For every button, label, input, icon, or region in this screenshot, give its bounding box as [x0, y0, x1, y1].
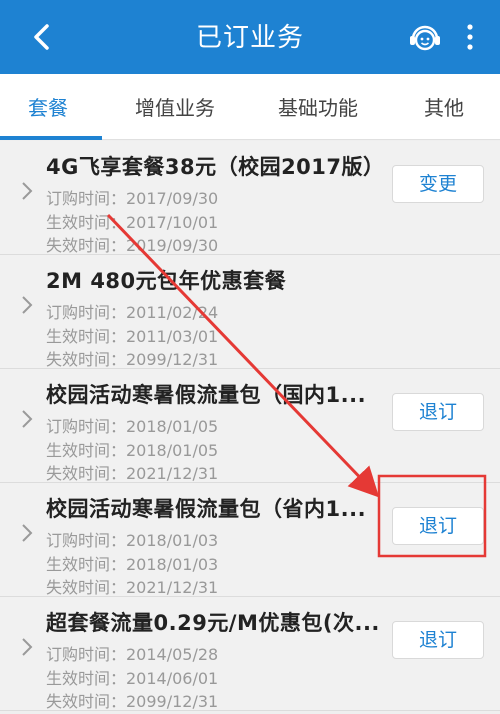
tab-other[interactable]: 其他: [424, 92, 464, 121]
list-item[interactable]: 校园活动寒暑假流量包（国内1... 订购时间：2018/01/05 生效时间：2…: [0, 369, 500, 483]
tab-package[interactable]: 套餐: [28, 92, 68, 121]
order-time: 订购时间：2018/01/05: [46, 417, 219, 436]
chevron-right-icon: [22, 296, 33, 314]
order-time: 订购时间：2018/01/03: [46, 531, 219, 550]
unsubscribe-button[interactable]: 退订: [392, 393, 484, 431]
chevron-right-icon: [22, 410, 33, 428]
change-button[interactable]: 变更: [392, 165, 484, 203]
app-header: 已订业务: [0, 0, 500, 74]
list-item[interactable]: 超套餐流量0.29元/M优惠包(次... 订购时间：2014/05/28 生效时…: [0, 597, 500, 711]
expire-time: 失效时间：2099/12/31: [46, 692, 219, 711]
effective-time: 生效时间：2018/01/05: [46, 441, 219, 460]
effective-time: 生效时间：2017/10/01: [46, 213, 219, 232]
expire-time: 失效时间：2099/12/31: [46, 350, 219, 369]
subscription-list: 4G飞享套餐38元（校园2017版） 订购时间：2017/09/30 生效时间：…: [0, 141, 500, 711]
effective-time: 生效时间：2018/01/03: [46, 555, 219, 574]
list-item[interactable]: 校园活动寒暑假流量包（省内1... 订购时间：2018/01/03 生效时间：2…: [0, 483, 500, 597]
chevron-right-icon: [22, 638, 33, 656]
item-title: 超套餐流量0.29元/M优惠包(次...: [46, 611, 380, 635]
order-time: 订购时间：2017/09/30: [46, 189, 219, 208]
tab-value-added[interactable]: 增值业务: [135, 92, 215, 121]
order-time: 订购时间：2014/05/28: [46, 645, 219, 664]
effective-time: 生效时间：2011/03/01: [46, 327, 219, 346]
expire-time: 失效时间：2021/12/31: [46, 464, 219, 483]
active-tab-indicator: [0, 136, 102, 140]
chevron-right-icon: [22, 182, 33, 200]
tab-basic-functions[interactable]: 基础功能: [278, 92, 358, 121]
item-title: 校园活动寒暑假流量包（省内1...: [46, 497, 367, 521]
effective-time: 生效时间：2014/06/01: [46, 669, 219, 688]
item-title: 2M 480元包年优惠套餐: [46, 269, 287, 293]
chevron-right-icon: [22, 524, 33, 542]
list-item[interactable]: 2M 480元包年优惠套餐 订购时间：2011/02/24 生效时间：2011/…: [0, 255, 500, 369]
expire-time: 失效时间：2021/12/31: [46, 578, 219, 597]
unsubscribe-button[interactable]: 退订: [392, 507, 484, 545]
vertical-dots-icon[interactable]: [463, 22, 477, 52]
list-item[interactable]: 4G飞享套餐38元（校园2017版） 订购时间：2017/09/30 生效时间：…: [0, 141, 500, 255]
unsubscribe-button[interactable]: 退订: [392, 621, 484, 659]
tab-bar: 套餐 增值业务 基础功能 其他: [0, 74, 500, 140]
customer-service-icon[interactable]: [407, 19, 443, 55]
expire-time: 失效时间：2019/09/30: [46, 236, 219, 255]
item-title: 校园活动寒暑假流量包（国内1...: [46, 383, 367, 407]
order-time: 订购时间：2011/02/24: [46, 303, 219, 322]
item-title: 4G飞享套餐38元（校园2017版）: [46, 155, 385, 179]
